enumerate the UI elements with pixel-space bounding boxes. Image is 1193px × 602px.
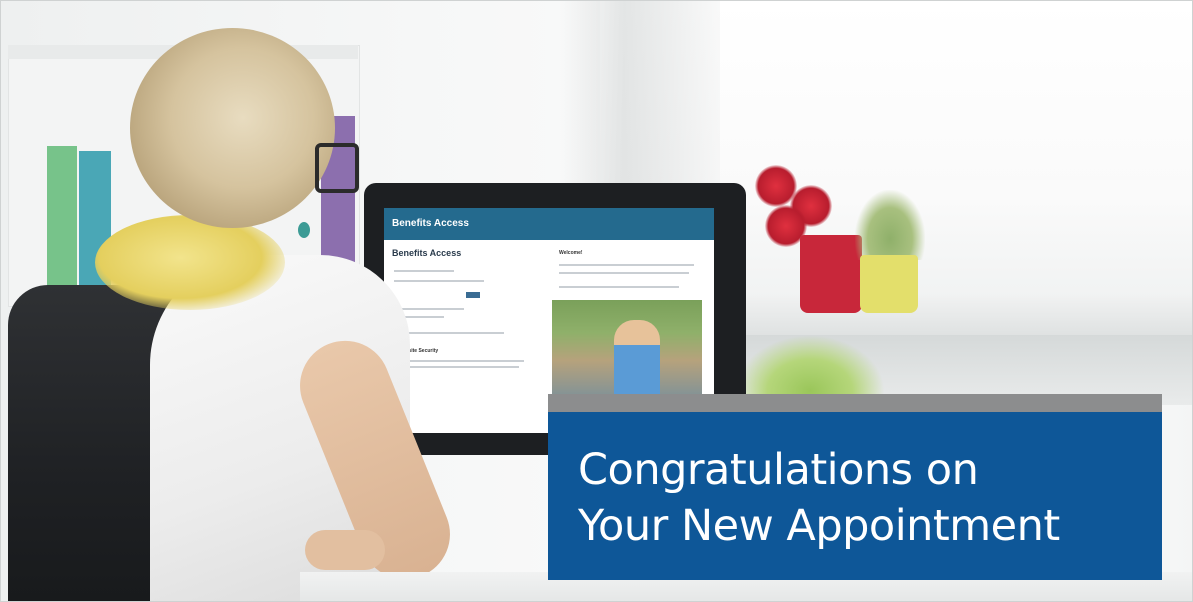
woman-hand: [305, 530, 385, 570]
banner-body: Congratulations on Your New Appointment: [548, 412, 1162, 580]
screen-text-line: [559, 286, 679, 288]
plant-leaves: [855, 190, 925, 260]
headline-banner: Congratulations on Your New Appointment: [548, 394, 1162, 580]
banner-accent-bar: [548, 394, 1162, 412]
screen-text-line: [394, 360, 524, 362]
screen-text-line: [394, 332, 504, 334]
screen-text-line: [559, 264, 694, 266]
book: [47, 146, 77, 306]
headline-line-1: Congratulations on: [578, 445, 979, 495]
headline-line-2: Your New Appointment: [578, 501, 1060, 551]
red-flower-pot: [800, 235, 862, 313]
woman-scarf: [95, 215, 285, 310]
screen-welcome: Welcome!: [559, 250, 583, 256]
screen-title: Benefits Access: [392, 248, 462, 258]
screen-button: [466, 292, 480, 298]
yellow-flower-pot: [860, 255, 918, 313]
screen-text-line: [394, 308, 464, 310]
screen-header: Benefits Access: [384, 208, 714, 240]
screen-text-line: [394, 280, 484, 282]
screen-text-line: [559, 272, 689, 274]
glasses: [315, 143, 359, 193]
woman-hair: [130, 28, 335, 228]
photo-scene: Benefits Access Benefits Access Welcome!…: [0, 0, 1193, 602]
screen-text-line: [394, 366, 519, 368]
screen-text-line: [394, 270, 454, 272]
earring: [298, 222, 310, 238]
